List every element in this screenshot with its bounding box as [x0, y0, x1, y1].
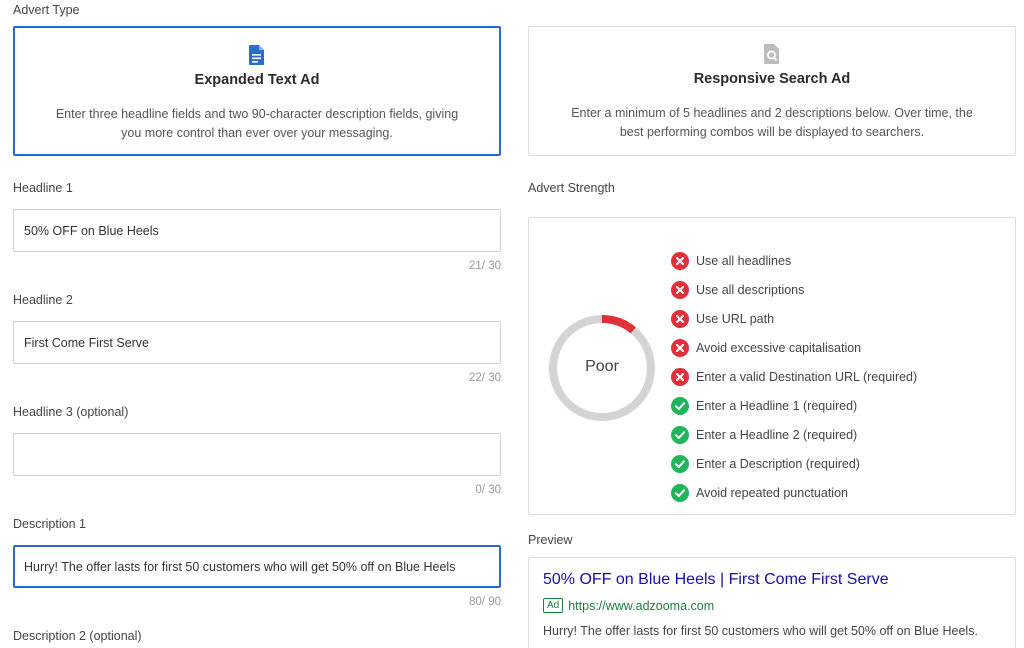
strength-check-item: Enter a Headline 1 (required): [671, 391, 917, 420]
ad-badge: Ad: [543, 598, 564, 613]
headline3-input[interactable]: [13, 433, 501, 476]
strength-check-text: Use all headlines: [696, 253, 792, 268]
headline1-char-count: 21/ 30: [469, 260, 501, 272]
strength-rating: Poor: [585, 358, 619, 375]
headline2-input[interactable]: [13, 321, 501, 364]
headline2-label: Headline 2: [13, 293, 73, 307]
advert-type-label: Advert Type: [13, 3, 80, 17]
advert-strength-label: Advert Strength: [528, 181, 615, 195]
responsive-search-ad-description: Enter a minimum of 5 headlines and 2 des…: [571, 106, 973, 139]
error-circle-icon: [671, 280, 689, 299]
check-circle-icon: [671, 396, 689, 415]
expanded-text-ad-option[interactable]: Expanded Text Ad Enter three headline fi…: [13, 26, 501, 156]
headline1-label: Headline 1: [13, 181, 73, 195]
preview-label: Preview: [528, 533, 573, 547]
error-circle-icon: [671, 367, 689, 386]
description1-input[interactable]: [13, 545, 501, 588]
preview-url-row: Ad https://www.adzooma.com: [543, 598, 714, 613]
headline2-char-count: 22/ 30: [469, 372, 501, 384]
headline3-label: Headline 3 (optional): [13, 405, 129, 419]
strength-check-item: Avoid excessive capitalisation: [671, 333, 917, 362]
error-circle-icon: [671, 338, 689, 357]
strength-check-item: Use URL path: [671, 304, 917, 333]
strength-check-text: Avoid excessive capitalisation: [696, 340, 862, 355]
strength-check-text: Avoid repeated punctuation: [696, 485, 848, 500]
strength-check-text: Enter a valid Destination URL (required): [696, 369, 918, 384]
strength-check-text: Enter a Headline 1 (required): [696, 398, 858, 413]
search-document-icon: [762, 43, 782, 65]
responsive-search-ad-title: Responsive Search Ad: [693, 71, 851, 87]
strength-check-text: Enter a Headline 2 (required): [696, 427, 858, 442]
strength-check-item: Avoid repeated punctuation: [671, 478, 917, 507]
ad-preview: 50% OFF on Blue Heels | First Come First…: [528, 557, 1016, 648]
strength-check-text: Use URL path: [696, 311, 775, 326]
strength-check-text: Enter a Description (required): [696, 456, 860, 471]
strength-check-item: Use all headlines: [671, 246, 917, 275]
advert-strength-panel: Poor Use all headlines Use all descriptio…: [528, 217, 1016, 515]
description1-label: Description 1: [13, 517, 86, 531]
strength-check-text: Use all descriptions: [696, 282, 805, 297]
expanded-text-ad-title: Expanded Text Ad: [194, 72, 320, 88]
description1-char-count: 80/ 90: [469, 596, 501, 608]
strength-check-item: Enter a Headline 2 (required): [671, 420, 917, 449]
expanded-text-ad-description: Enter three headline fields and two 90-c…: [55, 107, 459, 140]
description2-label: Description 2 (optional): [13, 629, 142, 643]
strength-check-item: Enter a valid Destination URL (required): [671, 362, 917, 391]
strength-check-item: Enter a Description (required): [671, 449, 917, 478]
check-circle-icon: [671, 483, 689, 502]
responsive-search-ad-option[interactable]: Responsive Search Ad Enter a minimum of …: [528, 26, 1016, 156]
headline3-char-count: 0/ 30: [475, 484, 501, 496]
error-circle-icon: [671, 251, 689, 270]
preview-description: Hurry! The offer lasts for first 50 cust…: [543, 624, 978, 638]
check-circle-icon: [671, 425, 689, 444]
check-circle-icon: [671, 454, 689, 473]
preview-headline[interactable]: 50% OFF on Blue Heels | First Come First…: [543, 571, 889, 589]
error-circle-icon: [671, 309, 689, 328]
strength-check-item: Use all descriptions: [671, 275, 917, 304]
document-icon: [247, 44, 267, 66]
preview-url: https://www.adzooma.com: [568, 598, 715, 613]
strength-checklist: Use all headlines Use all descriptions Use…: [671, 246, 917, 507]
headline1-input[interactable]: [13, 209, 501, 252]
